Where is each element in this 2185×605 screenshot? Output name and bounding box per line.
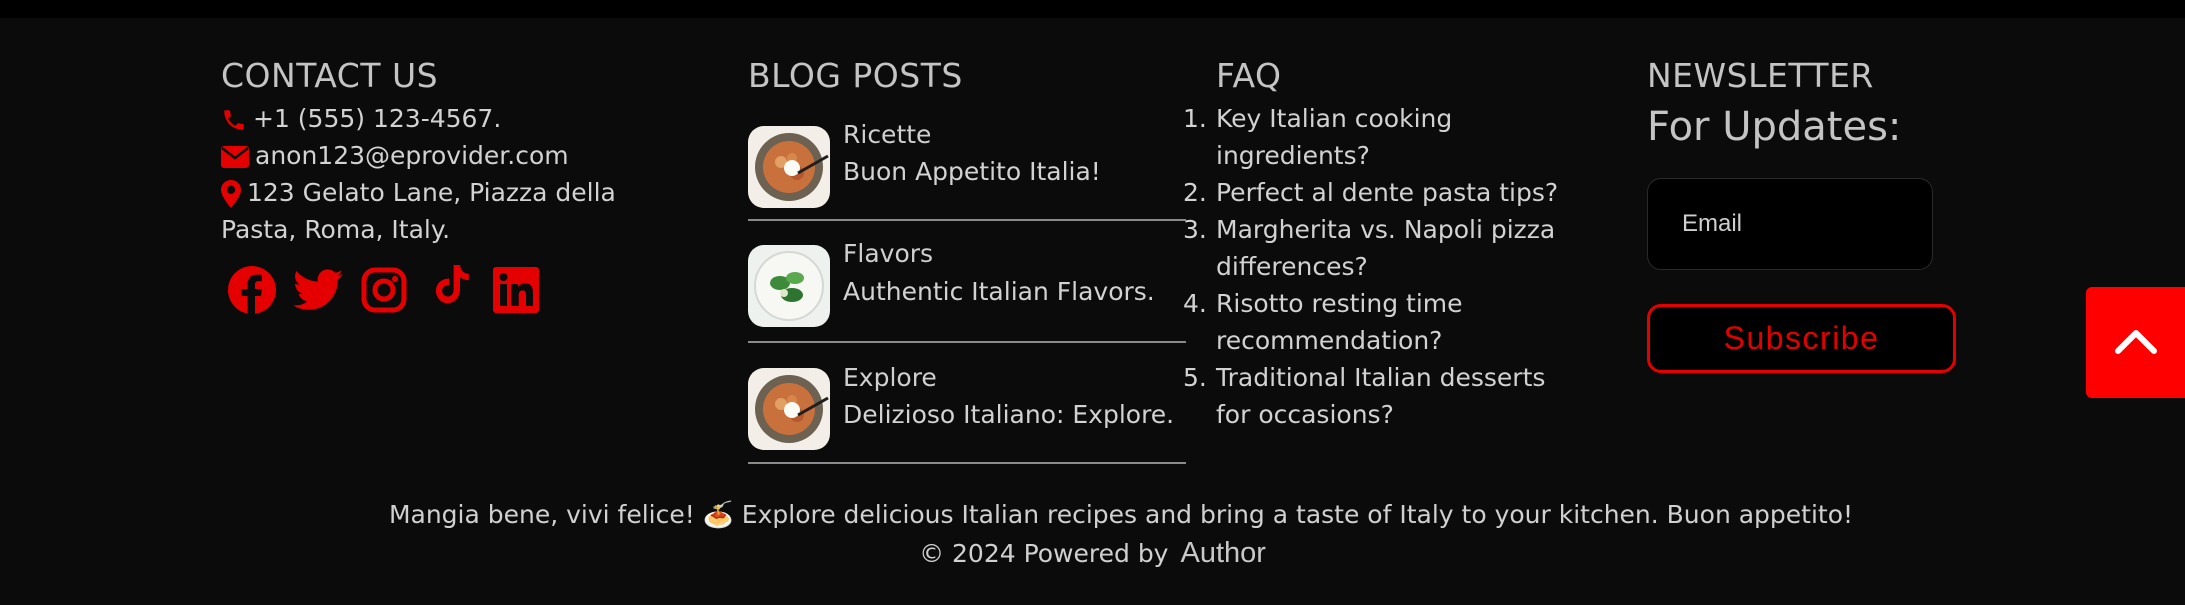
post-subtitle: Buon Appetito Italia! bbox=[843, 157, 1101, 186]
faq-number: 5. bbox=[1183, 363, 1207, 392]
post-title: Explore bbox=[843, 363, 937, 392]
subscribe-button[interactable]: Subscribe bbox=[1647, 304, 1956, 373]
faq-item[interactable]: 2. Perfect al dente pasta tips? bbox=[1183, 174, 1563, 211]
faq-item[interactable]: 4. Risotto resting time recommendation? bbox=[1183, 285, 1563, 359]
faq-number: 1. bbox=[1183, 104, 1207, 133]
faq-number: 2. bbox=[1183, 178, 1207, 207]
post-subtitle: Delizioso Italiano: Explore. bbox=[843, 400, 1175, 429]
newsletter-heading: NEWSLETTER bbox=[1647, 56, 1874, 95]
post-thumbnail-pasta bbox=[748, 126, 830, 208]
footer-tagline: Mangia bene, vivi felice! 🍝 Explore deli… bbox=[388, 500, 1854, 529]
post-thumbnail-salad bbox=[748, 245, 830, 327]
contact-heading: CONTACT US bbox=[221, 56, 439, 95]
blog-post[interactable]: Ricette Buon Appetito Italia! bbox=[748, 120, 1186, 221]
tiktok-icon[interactable] bbox=[424, 263, 476, 317]
blog-post[interactable]: Flavors Authentic Italian Flavors. bbox=[748, 239, 1186, 343]
faq-heading: FAQ bbox=[1216, 56, 1282, 95]
author-link[interactable]: Author bbox=[1180, 537, 1265, 569]
faq-question: Perfect al dente pasta tips? bbox=[1216, 178, 1559, 207]
contact-email[interactable]: anon123@eprovider.com bbox=[221, 137, 569, 174]
faq-question: Risotto resting time bbox=[1216, 289, 1463, 318]
contact-phone[interactable]: +1 (555) 123-4567. bbox=[221, 100, 501, 137]
social-links bbox=[226, 263, 542, 317]
faq-question-cont: recommendation? bbox=[1216, 326, 1443, 355]
top-border-bar bbox=[0, 0, 2185, 18]
address-line-2: Pasta, Roma, Italy. bbox=[221, 215, 451, 244]
faq-number: 3. bbox=[1183, 215, 1207, 244]
email-input[interactable] bbox=[1647, 178, 1933, 270]
post-thumbnail-pasta bbox=[748, 368, 830, 450]
blog-heading: BLOG POSTS bbox=[748, 56, 963, 95]
post-title: Flavors bbox=[843, 239, 934, 268]
post-subtitle: Authentic Italian Flavors. bbox=[843, 277, 1155, 306]
faq-question: Margherita vs. Napoli pizza bbox=[1216, 215, 1556, 244]
faq-question: Key Italian cooking bbox=[1216, 104, 1453, 133]
contact-address: 123 Gelato Lane, Piazza della bbox=[221, 174, 616, 211]
faq-question-cont: ingredients? bbox=[1216, 141, 1370, 170]
post-title: Ricette bbox=[843, 120, 932, 149]
faq-list: 1. Key Italian cooking ingredients? 2. Pe… bbox=[1183, 100, 1563, 433]
instagram-icon[interactable] bbox=[358, 263, 410, 317]
phone-text: +1 (555) 123-4567. bbox=[253, 104, 502, 133]
faq-question-cont: for occasions? bbox=[1216, 400, 1394, 429]
envelope-icon bbox=[221, 146, 249, 168]
twitter-icon[interactable] bbox=[292, 263, 344, 317]
newsletter-subheading: For Updates: bbox=[1647, 104, 1902, 150]
address-line-1: 123 Gelato Lane, Piazza della bbox=[247, 178, 616, 207]
copyright-text: © 2024 Powered by bbox=[919, 539, 1169, 568]
chevron-up-icon bbox=[2114, 327, 2158, 359]
faq-question: Traditional Italian desserts bbox=[1216, 363, 1546, 392]
faq-number: 4. bbox=[1183, 289, 1207, 318]
linkedin-icon[interactable] bbox=[490, 263, 542, 317]
phone-icon bbox=[221, 107, 247, 133]
faq-item[interactable]: 1. Key Italian cooking ingredients? bbox=[1183, 100, 1563, 174]
facebook-icon[interactable] bbox=[226, 263, 278, 317]
faq-question-cont: differences? bbox=[1216, 252, 1368, 281]
faq-item[interactable]: 5. Traditional Italian desserts for occas… bbox=[1183, 359, 1563, 433]
map-pin-icon bbox=[221, 180, 241, 208]
copyright: © 2024 Powered by Author bbox=[0, 537, 2185, 570]
back-to-top-button[interactable] bbox=[2086, 287, 2185, 398]
blog-post[interactable]: Explore Delizioso Italiano: Explore. bbox=[748, 363, 1186, 464]
faq-item[interactable]: 3. Margherita vs. Napoli pizza difference… bbox=[1183, 211, 1563, 285]
email-text: anon123@eprovider.com bbox=[255, 141, 569, 170]
